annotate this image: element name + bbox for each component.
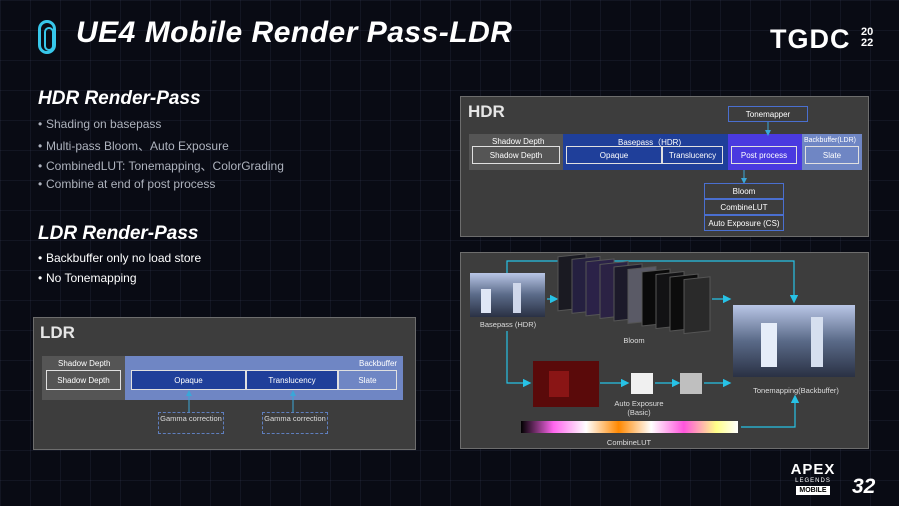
ldr-diagram-panel: LDR Shadow Depth Shadow Depth Backbuffer… bbox=[33, 317, 416, 450]
bloom-mip-chain bbox=[557, 253, 711, 335]
flow-arrows bbox=[470, 253, 855, 433]
capsule-logo-icon bbox=[38, 20, 56, 54]
ldr-section-title: LDR Render-Pass bbox=[38, 223, 199, 244]
page-number: 32 bbox=[852, 475, 876, 498]
flow-combinelut-label: CombineLUT bbox=[606, 438, 652, 447]
ldr-gamma-label-2: Gamma correction bbox=[264, 414, 326, 423]
hdr-bullet: • Multi-pass Bloom、Auto Exposure bbox=[38, 139, 229, 153]
hdr-bullet: • CombinedLUT: Tonemapping、ColorGrading bbox=[38, 159, 284, 173]
event-logo: TGDC bbox=[770, 24, 851, 54]
hdr-arrows bbox=[741, 122, 771, 184]
ldr-arrows bbox=[186, 390, 296, 412]
hdr-auto-exposure-box: Auto Exposure (CS) bbox=[704, 215, 784, 231]
page-title: UE4 Mobile Render Pass-LDR bbox=[76, 16, 513, 49]
ldr-bullet: • Backbuffer only no load store bbox=[38, 251, 202, 265]
flow-auto-exposure-label: Auto Exposure (Basic) bbox=[614, 399, 664, 417]
hdr-combinelut-box: CombineLUT bbox=[704, 199, 784, 215]
ldr-gamma-label-1: Gamma correction bbox=[160, 414, 222, 423]
hdr-bullet: • Shading on basepass bbox=[38, 117, 162, 131]
hdr-bullet: • Combine at end of post process bbox=[38, 177, 216, 191]
hdr-section-title: HDR Render-Pass bbox=[38, 88, 201, 109]
apex-legends-mobile-logo: APEX LEGENDS MOBILE bbox=[790, 461, 836, 495]
ldr-bullet: • No Tonemapping bbox=[38, 271, 137, 285]
flow-bloom-label: Bloom bbox=[623, 336, 645, 345]
flow-basepass-label: Basepass (HDR) bbox=[479, 320, 537, 329]
hdr-bloom-box: Bloom bbox=[704, 183, 784, 199]
hdr-diagram-panel: HDR Tonemapper Shadow Depth Shadow Depth… bbox=[460, 96, 869, 237]
flow-diagram-panel: Basepass (HDR) Bloom Auto Exposure (Basi… bbox=[460, 252, 869, 449]
event-year: 20 22 bbox=[861, 26, 874, 49]
flow-tonemapping-label: Tonemapping(Backbuffer) bbox=[753, 386, 839, 395]
